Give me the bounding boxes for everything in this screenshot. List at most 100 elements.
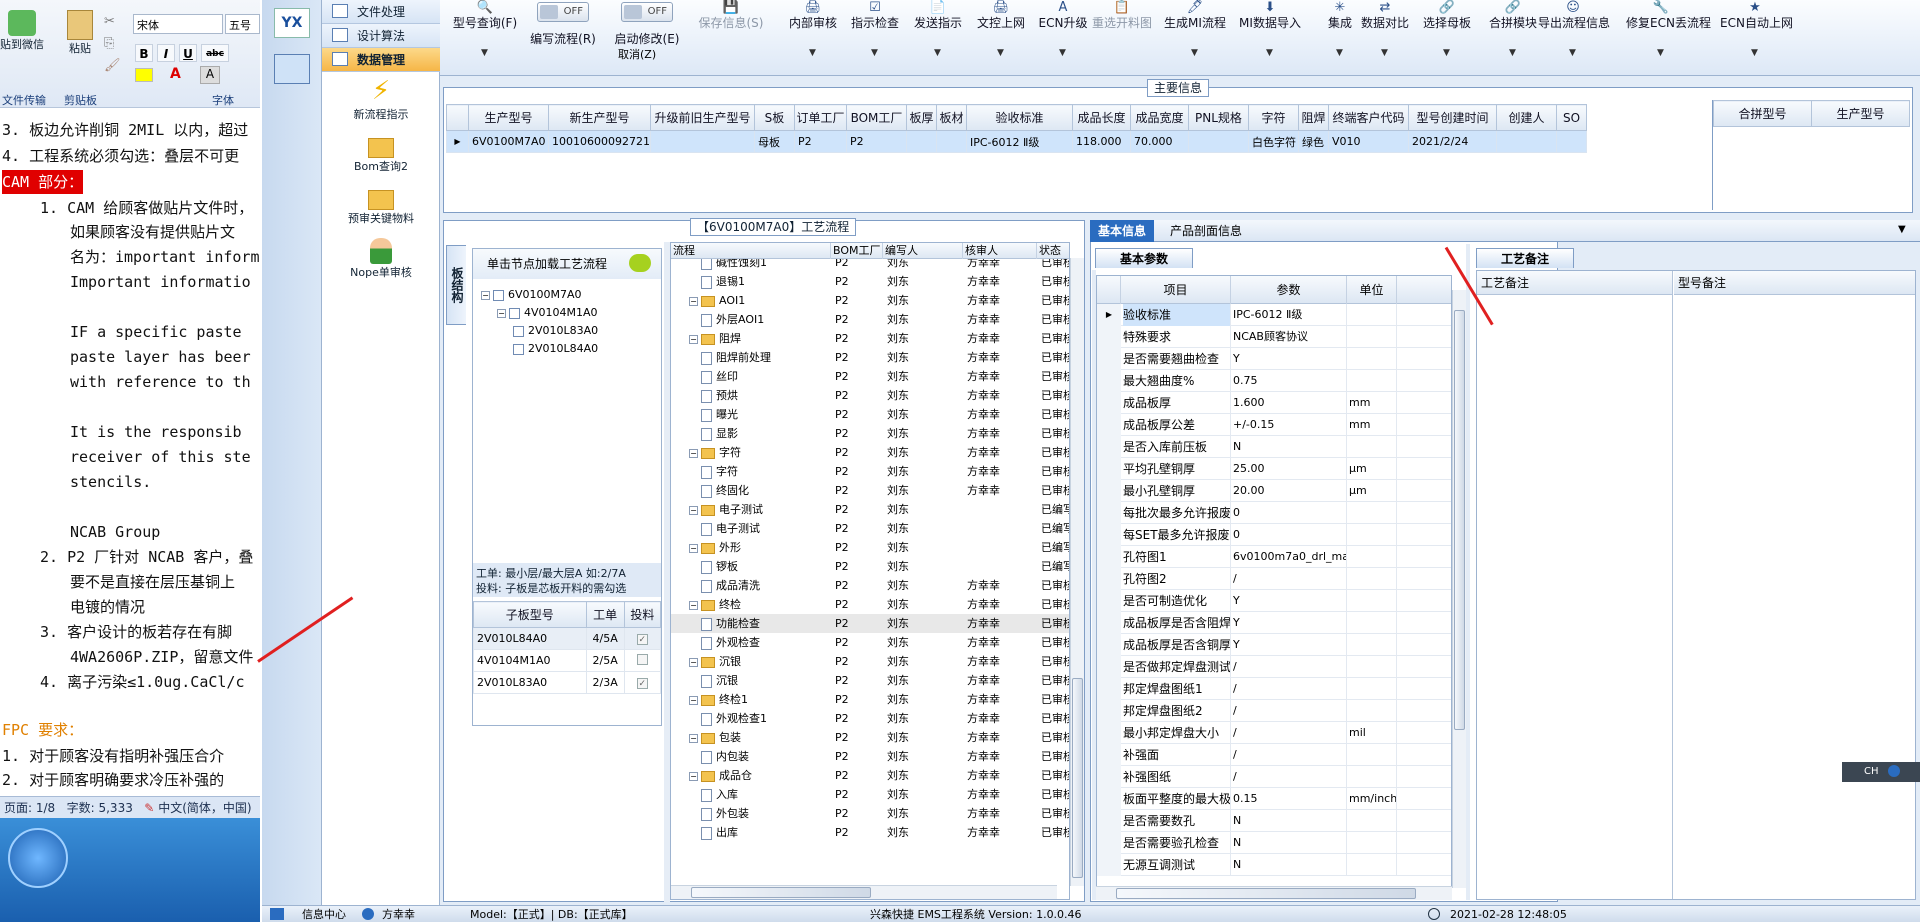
nav-item-bom-query[interactable]: Bom查询2	[322, 138, 440, 174]
param-value[interactable]: Y	[1233, 348, 1347, 370]
param-row[interactable]: 补强面 /	[1097, 744, 1451, 766]
column-header[interactable]: 工单	[585, 601, 625, 628]
ime-indicator[interactable]: CH	[1842, 762, 1920, 782]
table-row[interactable]: ▶ 6V0100M7A0 10010600092721 母板 P2 P2 IPC-6012 …	[446, 130, 1587, 153]
flow-row[interactable]: 成品清洗 P2 刘东 方幸幸 已审核	[671, 576, 1069, 595]
param-row[interactable]: 成品板厚是否含铜厚 Y	[1097, 634, 1451, 656]
flow-row[interactable]: 外观检查 P2 刘东 方幸幸 已审核	[671, 633, 1069, 652]
flow-row[interactable]: 出库 P2 刘东 方幸幸 已审核	[671, 823, 1069, 842]
table-cell[interactable]: 118.000	[1071, 130, 1131, 153]
param-value[interactable]: 0.75	[1233, 370, 1347, 392]
param-row[interactable]: 成品板厚是否含阻焊 Y	[1097, 612, 1451, 634]
table-cell[interactable]: 10010600092721	[548, 130, 651, 153]
flow-row[interactable]: − 成品仓 P2 刘东 方幸幸 已审核	[671, 766, 1069, 785]
column-header[interactable]: 字符	[1247, 104, 1299, 131]
language-indicator[interactable]: 中文(简体，中国)	[158, 801, 251, 815]
param-value[interactable]: NCAB顾客协议	[1233, 326, 1347, 348]
basic-hscroll[interactable]	[1096, 886, 1452, 900]
column-header[interactable]: 项目	[1121, 276, 1231, 304]
chevron-down-icon[interactable]: ▼	[1381, 48, 1388, 58]
chevron-down-icon[interactable]: ▼	[1059, 48, 1066, 58]
toggle-switch-icon[interactable]: OFF	[621, 2, 673, 22]
flow-row[interactable]: 内包装 P2 刘东 方幸幸 已审核	[671, 747, 1069, 766]
bold-button[interactable]: B	[135, 44, 153, 62]
word-document[interactable]: 3. 板边允许削铜 2MIL 以内，超过 4. 工程系统必须勾选：叠层不可更 CAM…	[0, 110, 260, 790]
param-value[interactable]: N	[1233, 854, 1347, 876]
flow-row[interactable]: − 电子测试 P2 刘东 已编写	[671, 500, 1069, 519]
ticket-cell[interactable]: 2/3A	[585, 671, 625, 694]
chevron-down-icon[interactable]: ▼	[809, 48, 816, 58]
flow-row[interactable]: − 包装 P2 刘东 方幸幸 已审核	[671, 728, 1069, 747]
param-row[interactable]: 补强图纸 /	[1097, 766, 1451, 788]
tab-basic-params[interactable]: 基本参数	[1095, 248, 1193, 268]
collapse-icon[interactable]: −	[689, 600, 698, 610]
param-value[interactable]: 0	[1233, 502, 1347, 524]
param-value[interactable]: N	[1233, 810, 1347, 832]
toolbar-button-6[interactable]: 📄 发送指示 ▼	[903, 0, 973, 60]
chevron-down-icon[interactable]: ▼	[1657, 48, 1664, 58]
nav-tab-file[interactable]: 文件处理	[322, 0, 440, 24]
table-cell[interactable]	[1187, 130, 1249, 153]
tree-node[interactable]: 2V010L84A0	[513, 341, 598, 357]
flow-row[interactable]: − 字符 P2 刘东 方幸幸 已审核	[671, 443, 1069, 462]
column-header[interactable]: 生产型号	[1811, 100, 1910, 127]
column-header[interactable]: 新生产型号	[548, 104, 651, 131]
column-header[interactable]: 单位	[1347, 276, 1397, 304]
collapse-icon[interactable]: −	[689, 657, 698, 667]
param-row[interactable]: 是否需要翘曲检查 Y	[1097, 348, 1451, 370]
strikethrough-button[interactable]: abc	[201, 44, 229, 62]
collapse-icon[interactable]: −	[689, 296, 698, 306]
flow-row[interactable]: 外观检查1 P2 刘东 方幸幸 已审核	[671, 709, 1069, 728]
param-row[interactable]: 是否需要验孔检查 N	[1097, 832, 1451, 854]
table-row[interactable]: 4V0104M1A0 2/5A	[473, 649, 662, 672]
board-structure-tab[interactable]: 板结构	[446, 245, 466, 325]
collapse-icon[interactable]: −	[497, 308, 506, 318]
column-header[interactable]: 板厚	[905, 104, 937, 131]
param-row[interactable]: ▶ 验收标准 IPC-6012 Ⅱ级	[1097, 304, 1451, 326]
flow-row[interactable]: 终固化 P2 刘东 方幸幸 已审核	[671, 481, 1069, 500]
table-cell[interactable]	[905, 130, 937, 153]
column-header[interactable]: 型号创建时间	[1407, 104, 1497, 131]
column-header[interactable]: S板	[753, 104, 795, 131]
chevron-down-icon[interactable]: ▼	[1443, 48, 1450, 58]
model-notes-input[interactable]	[1674, 295, 1915, 899]
param-row[interactable]: 成品板厚公差 +/-0.15 mm	[1097, 414, 1451, 436]
feed-cell[interactable]: ✓	[623, 671, 662, 694]
tab-profile-info[interactable]: 产品剖面信息	[1162, 220, 1250, 242]
tree-node[interactable]: 2V010L83A0	[513, 323, 598, 339]
feed-checkbox[interactable]	[636, 653, 648, 665]
toolbar-button-16[interactable]: ☺ 导出流程信息 ▼	[1538, 0, 1610, 60]
param-value[interactable]: /	[1233, 744, 1347, 766]
param-row[interactable]: 最大翘曲度% 0.75	[1097, 370, 1451, 392]
collapse-icon[interactable]: −	[689, 505, 698, 515]
nav-item-nope-review[interactable]: Nope单审核	[322, 238, 440, 280]
param-row[interactable]: 成品板厚 1.600 mm	[1097, 392, 1451, 414]
sub-board-table[interactable]: 子板型号 工单 投料 2V010L84A0 4/5A ✓ 4V0104M1A0 2/5A 2V0…	[473, 601, 662, 694]
column-header[interactable]: 生产型号	[468, 104, 549, 131]
proofing-icon[interactable]: ✎	[144, 801, 154, 815]
column-header[interactable]: 子板型号	[473, 601, 587, 628]
table-cell[interactable]: 母板	[753, 130, 795, 153]
column-header[interactable]: 参数	[1231, 276, 1347, 304]
table-cell[interactable]: IPC-6012 Ⅱ级	[965, 130, 1073, 153]
format-painter-icon[interactable]: 🖌	[104, 58, 121, 73]
param-value[interactable]: IPC-6012 Ⅱ级	[1233, 304, 1347, 326]
param-row[interactable]: 邦定焊盘图纸2/	[1097, 700, 1451, 722]
cut-icon[interactable]: ✂	[104, 14, 115, 29]
feed-checkbox[interactable]: ✓	[636, 634, 648, 645]
param-row[interactable]: 无源互调测试 N	[1097, 854, 1451, 876]
tab-basic-info[interactable]: 基本信息	[1090, 220, 1155, 242]
flow-row[interactable]: − 终检1 P2 刘东 方幸幸 已审核	[671, 690, 1069, 709]
nav-item-new-flow[interactable]: ⚡ 新流程指示	[322, 76, 440, 122]
char-shading-icon[interactable]: A	[200, 66, 220, 84]
feed-checkbox[interactable]: ✓	[636, 678, 648, 689]
param-value[interactable]: Y	[1233, 590, 1347, 612]
param-value[interactable]: 25.00	[1233, 458, 1347, 480]
column-header[interactable]: 成品宽度	[1129, 104, 1189, 131]
flow-vscroll[interactable]	[1070, 258, 1084, 886]
collapse-icon[interactable]: −	[481, 290, 490, 300]
table-cell[interactable]: P2	[793, 130, 847, 153]
flow-row[interactable]: 预烘 P2 刘东 方幸幸 已审核	[671, 386, 1069, 405]
column-header[interactable]: BOM工厂	[845, 104, 907, 131]
param-row[interactable]: 最小邦定焊盘大小 / mil	[1097, 722, 1451, 744]
